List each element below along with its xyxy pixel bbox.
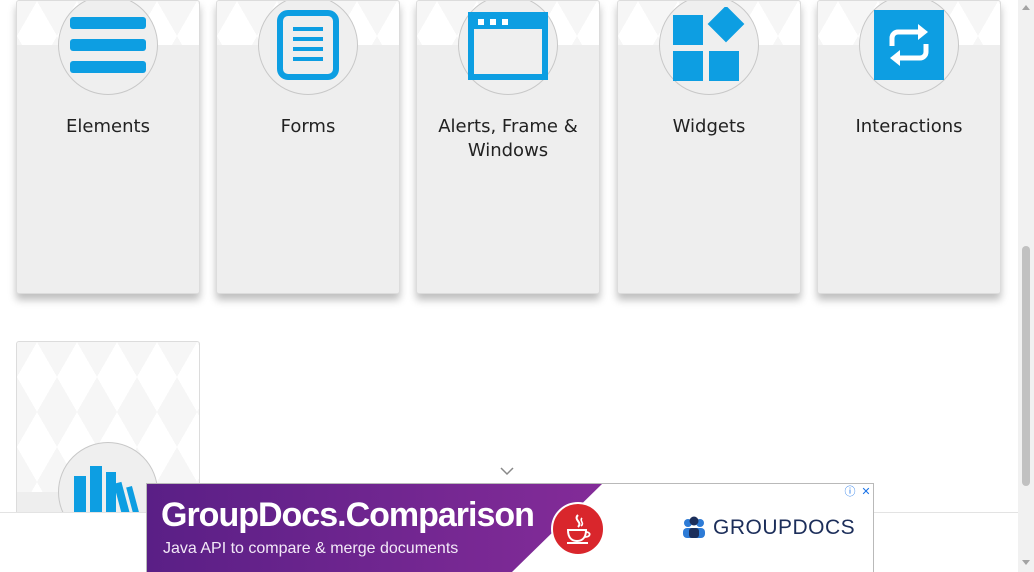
page: Elements Forms Alerts, Frame & Windows W… (0, 0, 1018, 572)
card-title: Interactions (855, 116, 963, 137)
scroll-thumb[interactable] (1022, 246, 1030, 486)
groupdocs-logo: GROUPDOCS (681, 516, 855, 540)
card-title: Widgets (672, 116, 746, 137)
chevron-down-icon[interactable] (500, 466, 514, 476)
card-interactions[interactable]: Interactions (817, 0, 1001, 294)
repeat-arrows-icon (859, 1, 959, 95)
document-icon (258, 1, 358, 95)
card-elements[interactable]: Elements (16, 0, 200, 294)
brand-name: GROUPDOCS (713, 516, 856, 539)
card-title: Elements (66, 116, 150, 137)
vertical-scrollbar[interactable] (1018, 0, 1034, 572)
card-widgets[interactable]: Widgets (617, 0, 801, 294)
browser-window-icon (458, 1, 558, 95)
ad-close-icon[interactable]: ✕ (859, 484, 873, 498)
groupdocs-people-icon (683, 516, 705, 538)
card-forms[interactable]: Forms (216, 0, 400, 294)
menu-lines-icon (58, 1, 158, 95)
ad-controls: ⓘ ✕ (841, 484, 873, 498)
ad-info-icon[interactable]: ⓘ (843, 484, 857, 498)
card-title: Forms (280, 116, 336, 137)
ad-banner[interactable]: GroupDocs.Comparison Java API to compare… (146, 483, 874, 572)
ad-subtitle: Java API to compare & merge documents (163, 540, 459, 557)
card-title: Alerts, Frame & Windows (438, 116, 578, 161)
scroll-up-arrow-icon[interactable] (1022, 5, 1030, 10)
widgets-blocks-icon (659, 1, 759, 95)
scroll-down-arrow-icon[interactable] (1022, 560, 1030, 565)
ad-title: GroupDocs.Comparison (161, 496, 535, 534)
java-icon (551, 502, 605, 556)
card-alerts-frame-windows[interactable]: Alerts, Frame & Windows (416, 0, 600, 294)
